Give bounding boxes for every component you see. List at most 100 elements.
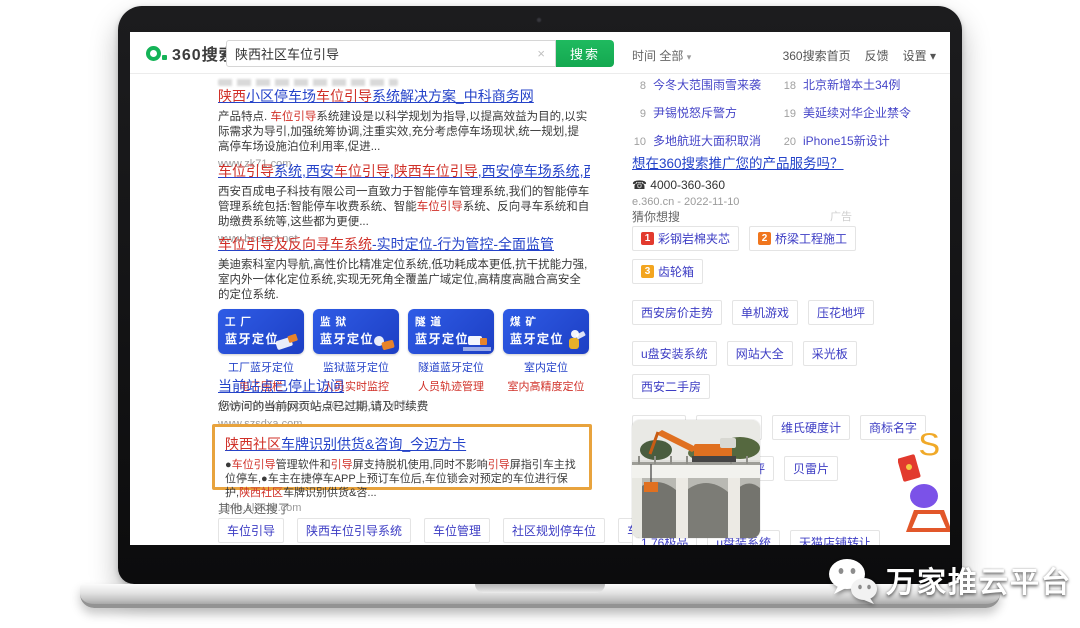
rank-badge: 1: [641, 232, 654, 245]
guess-tag[interactable]: 贝雷片: [784, 456, 838, 481]
hot-search-list: 8 今冬大范围雨雪来袭 18 北京新增本土34例 9 尹锡悦怒斥警方 19 美延续对华企…: [632, 76, 932, 160]
guess-tag[interactable]: 维氏硬度计: [772, 415, 850, 440]
related-tag[interactable]: 车位管理: [424, 518, 490, 543]
card-caption-link[interactable]: 隧道蓝牙定位: [408, 359, 494, 375]
purple-ball-icon: [910, 484, 938, 508]
result-snippet: 您访问的当前网页站点已过期,请及时续费: [218, 400, 590, 415]
watermark: 万家推云平台: [826, 556, 1072, 604]
nav-settings-link[interactable]: 设置 ▾: [903, 47, 936, 64]
results-count-blurred: [218, 79, 398, 86]
guess-ranked-tag[interactable]: 1彩钢岩棉夹芯: [632, 226, 739, 251]
hot-rank: 9: [632, 108, 646, 120]
hot-row: 9 尹锡悦怒斥警方 19 美延续对华企业禁令: [632, 104, 932, 121]
hot-rank: 19: [782, 108, 796, 120]
hot-rank: 8: [632, 80, 646, 92]
wechat-icon: [826, 556, 878, 604]
guess-tag[interactable]: 西安房价走势: [632, 300, 722, 325]
result-title-link[interactable]: 陕西小区停车场车位引导系统解决方案_中科商务网: [218, 86, 590, 106]
hot-link[interactable]: 今冬大范围雨雪来袭: [653, 76, 761, 93]
related-searches-label: 其他人还搜了: [218, 500, 290, 517]
browser-screen: 360搜索 × 搜索 时间 全部 ▾ 360搜索首页 反馈 设置 ▾ 陕西小区停…: [130, 32, 950, 545]
promo-meta: e.360.cn - 2022-11-10: [632, 196, 912, 208]
promo-title-link[interactable]: 想在360搜索推广您的产品服务吗？: [632, 156, 844, 171]
search-button[interactable]: 搜索: [556, 40, 614, 67]
rank-badge: 3: [641, 265, 654, 278]
time-filter-label: 时间: [632, 49, 656, 63]
hot-rank: 18: [782, 80, 796, 92]
related-tag[interactable]: 社区规划停车位: [503, 518, 605, 543]
guess-ranked-tag[interactable]: 3齿轮箱: [632, 259, 703, 284]
guess-label: 猜你想搜: [632, 208, 680, 225]
card-caption-link[interactable]: 监狱蓝牙定位: [313, 359, 399, 375]
miner-icon: [561, 327, 587, 353]
hot-link[interactable]: 美延续对华企业禁令: [803, 104, 911, 121]
guess-tag[interactable]: 压花地坪: [808, 300, 874, 325]
result-title-link[interactable]: 车位引导及反向寻车系统-实时定位-行为管控-全面监管: [218, 234, 590, 254]
hot-link[interactable]: 尹锡悦怒斥警方: [653, 104, 737, 121]
time-filter-value: 全部: [659, 49, 683, 63]
laptop-base-notch: [475, 584, 605, 593]
guess-tag[interactable]: 西安二手房: [632, 374, 710, 399]
ad-card-prison[interactable]: 监狱 蓝牙定位: [313, 309, 399, 354]
guess-tag[interactable]: 单机游戏: [732, 300, 798, 325]
floating-promo-widget[interactable]: S: [898, 424, 950, 539]
phone-icon: ☎: [632, 178, 647, 192]
card-caption-link[interactable]: 室内定位: [503, 359, 589, 375]
360-logo-dot-icon: [162, 55, 167, 60]
guess-tag[interactable]: 网站大全: [727, 341, 793, 366]
card-caption-link[interactable]: 工厂蓝牙定位: [218, 359, 304, 375]
search-input[interactable]: [235, 46, 535, 61]
time-filter[interactable]: 时间 全部 ▾: [632, 47, 691, 64]
ad-card-row: 工厂 蓝牙定位 监狱 蓝牙定位 隧道 蓝牙定位 煤矿 蓝牙定位: [218, 309, 590, 354]
ad-label: 广告: [830, 208, 852, 224]
360-logo-ring-icon: [146, 46, 161, 61]
hot-link[interactable]: 多地航班大面积取消: [653, 132, 761, 149]
ad-card-mine[interactable]: 煤矿 蓝牙定位: [503, 309, 589, 354]
search-box: ×: [226, 40, 556, 67]
highlighted-result-box: 陕西社区车牌识别供货&咨询_今迈方卡 ●车位引导管理软件和引导屏支持脱机使用,同…: [212, 424, 592, 490]
guess-tag[interactable]: u盘安装系统: [632, 341, 717, 366]
hot-row: 10 多地航班大面积取消 20 iPhone15新设计: [632, 132, 932, 149]
watermark-text: 万家推云平台: [886, 559, 1072, 601]
result-snippet: 美迪索科室内导航,高性价比精准定位系统,低功耗成本更低,抗干扰能力强,室内外一体…: [218, 258, 590, 303]
result-snippet: 西安百成电子科技有限公司一直致力于智能停车管理系统,我们的智能停车管理系统包括:…: [218, 185, 590, 230]
header-nav: 360搜索首页 反馈 设置 ▾: [783, 47, 936, 64]
search-result: 车位引导系统,西安车位引导,陕西车位引导,西安停车场系统,西安... 西安百成电…: [218, 161, 590, 245]
ad-card-factory[interactable]: 工厂 蓝牙定位: [218, 309, 304, 354]
ad-card-tunnel[interactable]: 隧道 蓝牙定位: [408, 309, 494, 354]
hot-link[interactable]: 北京新增本土34例: [803, 76, 900, 93]
search-result: 当前站点已停止访问 您访问的当前网页站点已过期,请及时续费 www.szsdxa…: [218, 376, 590, 430]
result-snippet: 产品特点. 车位引导系统建设是以科学规划为指导,以提高效益为目的,以实际需求为导…: [218, 110, 590, 155]
guard-icon: [367, 331, 397, 353]
truck-icon: [460, 331, 492, 353]
guess-ranked-tag[interactable]: 2桥梁工程施工: [749, 226, 856, 251]
hot-rank: 10: [632, 136, 646, 148]
rank-badge: 2: [758, 232, 771, 245]
gold-coin-icon: S: [918, 426, 941, 464]
result-snippet: ●车位引导管理软件和引导屏支持脱机使用,同时不影响引导屏指引车主找位停车,●车主…: [225, 458, 579, 500]
search-result: 陕西小区停车场车位引导系统解决方案_中科商务网 产品特点. 车位引导系统建设是以…: [218, 86, 590, 170]
related-tag[interactable]: 陕西车位引导系统: [297, 518, 411, 543]
search-header: 360搜索 × 搜索 时间 全部 ▾ 360搜索首页 反馈 设置 ▾: [130, 32, 950, 74]
chevron-down-icon: ▾: [687, 52, 692, 62]
bridge-crane-image[interactable]: [632, 420, 760, 538]
result-title-link[interactable]: 陕西社区车牌识别供货&咨询_今迈方卡: [225, 434, 579, 454]
360-logo[interactable]: 360搜索: [146, 41, 236, 65]
related-searches: 车位引导 陕西车位引导系统 车位管理 社区规划停车位 车位引导屏: [218, 518, 696, 543]
hot-rank: 20: [782, 136, 796, 148]
clear-icon[interactable]: ×: [535, 46, 547, 61]
result-title-link[interactable]: 车位引导系统,西安车位引导,陕西车位引导,西安停车场系统,西安...: [218, 161, 590, 181]
chevron-down-icon: ▾: [930, 49, 936, 63]
hot-row: 8 今冬大范围雨雪来袭 18 北京新增本土34例: [632, 76, 932, 93]
page: 360搜索 × 搜索 时间 全部 ▾ 360搜索首页 反馈 设置 ▾ 陕西小区停…: [0, 0, 1080, 628]
nav-home-link[interactable]: 360搜索首页: [783, 47, 851, 64]
related-tag[interactable]: 车位引导: [218, 518, 284, 543]
guess-tag[interactable]: 天猫店铺转让: [790, 530, 880, 545]
guess-tag[interactable]: 采光板: [803, 341, 857, 366]
hot-link[interactable]: iPhone15新设计: [803, 132, 890, 149]
laptop-camera-icon: [536, 17, 542, 23]
forklift-icon: [272, 331, 302, 353]
promo-phone: ☎ 4000-360-360: [632, 178, 912, 192]
nav-feedback-link[interactable]: 反馈: [865, 47, 889, 64]
result-title-link[interactable]: 当前站点已停止访问: [218, 376, 590, 396]
